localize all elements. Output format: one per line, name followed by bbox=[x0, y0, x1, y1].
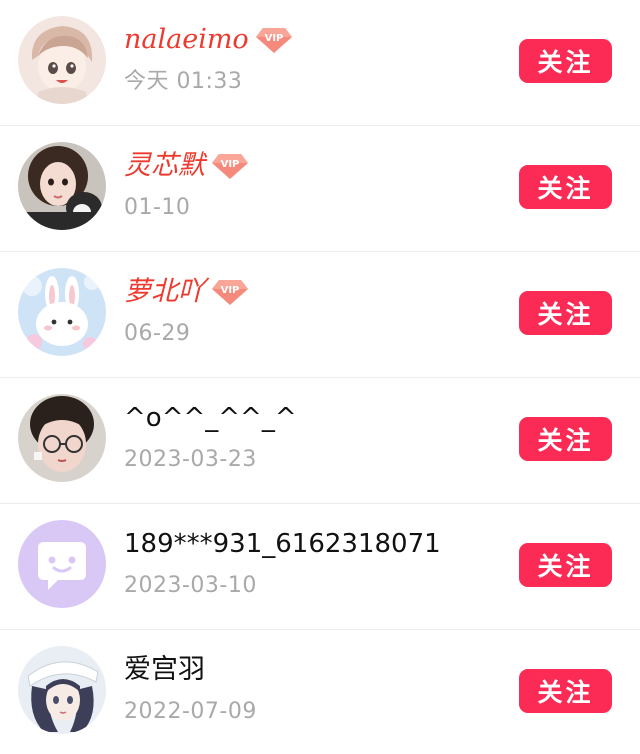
follow-time: 01-10 bbox=[124, 195, 191, 220]
vip-diamond-icon: VIP bbox=[211, 151, 249, 181]
user-name: 189***931_6162318071 bbox=[124, 529, 441, 559]
vip-badge-label: VIP bbox=[221, 159, 240, 170]
list-item[interactable]: 爱宫羽 2022-07-09 关注 bbox=[0, 630, 640, 754]
list-item[interactable]: nalaeimo VIP 今天 01:33 关注 bbox=[0, 0, 640, 126]
user-name: 灵芯默 bbox=[124, 150, 205, 181]
list-item[interactable]: ^o^^_^^_^ 2023-03-23 关注 bbox=[0, 378, 640, 504]
follow-button[interactable]: 关注 bbox=[519, 543, 612, 587]
follow-time: 06-29 bbox=[124, 321, 191, 346]
user-name: nalaeimo bbox=[124, 24, 249, 55]
following-list: nalaeimo VIP 今天 01:33 关注 灵芯默 VIP 01-10 关… bbox=[0, 0, 640, 754]
avatar[interactable] bbox=[18, 142, 106, 230]
follow-button[interactable]: 关注 bbox=[519, 165, 612, 209]
list-item[interactable]: 189***931_6162318071 2023-03-10 关注 bbox=[0, 504, 640, 630]
follow-button[interactable]: 关注 bbox=[519, 669, 612, 713]
avatar[interactable] bbox=[18, 394, 106, 482]
follow-time: 今天 01:33 bbox=[124, 69, 243, 94]
avatar[interactable] bbox=[18, 16, 106, 104]
vip-badge-label: VIP bbox=[264, 33, 283, 44]
avatar[interactable] bbox=[18, 268, 106, 356]
avatar[interactable] bbox=[18, 646, 106, 734]
vip-diamond-icon: VIP bbox=[255, 25, 293, 55]
user-name: ^o^^_^^_^ bbox=[124, 403, 297, 433]
follow-button[interactable]: 关注 bbox=[519, 417, 612, 461]
follow-time: 2022-07-09 bbox=[124, 699, 257, 724]
list-item[interactable]: 萝北吖 VIP 06-29 关注 bbox=[0, 252, 640, 378]
vip-badge-label: VIP bbox=[221, 285, 240, 296]
follow-button[interactable]: 关注 bbox=[519, 291, 612, 335]
chat-bubble-icon bbox=[18, 520, 106, 608]
follow-button[interactable]: 关注 bbox=[519, 39, 612, 83]
vip-diamond-icon: VIP bbox=[211, 277, 249, 307]
follow-time: 2023-03-23 bbox=[124, 447, 257, 472]
follow-time: 2023-03-10 bbox=[124, 573, 257, 598]
user-name: 萝北吖 bbox=[124, 276, 205, 307]
user-name: 爱宫羽 bbox=[124, 654, 205, 685]
list-item[interactable]: 灵芯默 VIP 01-10 关注 bbox=[0, 126, 640, 252]
avatar[interactable] bbox=[18, 520, 106, 608]
